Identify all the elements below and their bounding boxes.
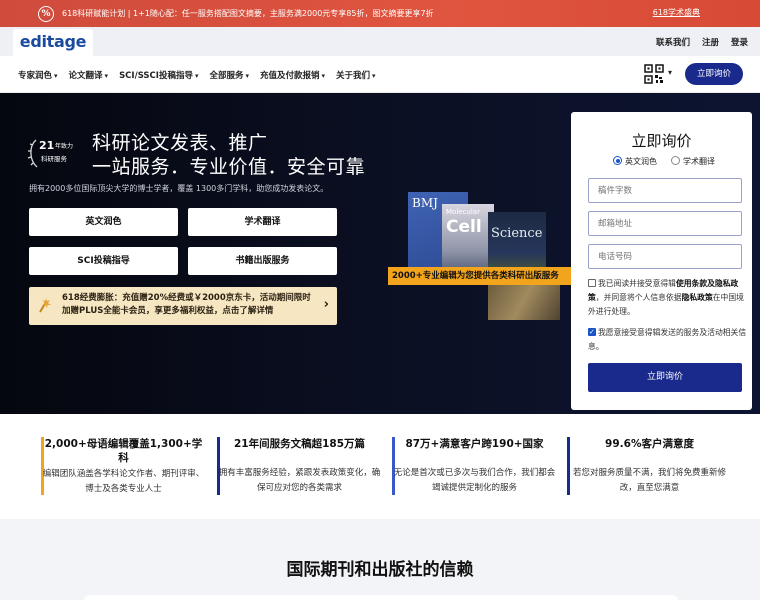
chevron-down-icon: ▾	[372, 72, 376, 80]
stat-desc: 编辑团队涵盖各学科论文作者、期刊评审、博士及各类专业人士	[42, 469, 205, 494]
top-links: 联系我们 注册 登录	[656, 36, 748, 48]
nav-item-submission[interactable]: SCI/SSCI投稿指导 ▾	[119, 69, 198, 81]
badge-number: 21	[39, 139, 55, 152]
email-input[interactable]	[588, 211, 742, 236]
chevron-down-icon: ▾	[245, 72, 249, 80]
service-radio-group: 英文润色 学术翻译	[613, 156, 715, 167]
hero-title-line2: 一站服务．专业价值．安全可靠	[92, 156, 366, 178]
hero-title-line1: 科研论文发表、推广	[92, 132, 268, 154]
firework-icon	[39, 298, 51, 313]
sci-submission-button[interactable]: SCI投稿指导	[29, 247, 178, 275]
consent-marketing: 我愿意接受意得辑发送的服务及活动相关信息。	[588, 325, 748, 354]
english-editing-button[interactable]: 英文润色	[29, 208, 178, 236]
hero-subtitle: 拥有2000多位国际顶尖大学的博士学者，覆盖 1300多门学科，助您成功发表论文…	[29, 184, 329, 193]
promo-card-text: 618经费膨胀：充值赠20%经费或￥2000京东卡，活动期间限时加赠PLUS全能…	[62, 293, 311, 316]
radio-english-editing[interactable]: 英文润色	[613, 156, 657, 167]
nav-item-about[interactable]: 关于我们 ▾	[336, 69, 376, 81]
trust-title: 国际期刊和出版社的信赖	[286, 560, 474, 580]
radio-unselected-icon[interactable]	[671, 156, 680, 165]
academic-translation-button[interactable]: 学术翻译	[188, 208, 337, 236]
word-count-input[interactable]	[588, 178, 742, 203]
chevron-down-icon: ▾	[104, 72, 109, 80]
chevron-down-icon: ▾	[54, 72, 58, 80]
nav-item-payment[interactable]: 充值及付款报销 ▾	[260, 69, 325, 81]
terms-link[interactable]: 使用条款及	[676, 279, 715, 288]
nav-item-all-services[interactable]: 全部服务 ▾	[209, 69, 249, 81]
chevron-down-icon[interactable]: ▾	[668, 68, 672, 77]
inquiry-form: 立即询价 英文润色 学术翻译 我已阅读并接受意得辑使用条款及隐私政策，并同意将个…	[571, 112, 752, 410]
promo-link[interactable]: 618学术盛典	[653, 7, 700, 18]
stat-title: 99.6%客户满意度	[605, 438, 694, 450]
radio-translation[interactable]: 学术翻译	[671, 156, 715, 167]
editage-logo[interactable]: editage	[13, 29, 93, 56]
nav-item-editing[interactable]: 专家润色 ▾	[18, 69, 58, 81]
marketing-checkbox[interactable]	[588, 325, 596, 339]
promo-bar[interactable]: % 618科研赋能计划 | 1+1随心配：任一服务搭配图文摘要，主服务满2000…	[0, 0, 760, 27]
editors-banner: 2000+专业编辑为您提供各类科研出版服务	[388, 267, 572, 285]
journal-cover-image	[488, 280, 560, 320]
stat-desc: 若您对服务质量不满，我们将免费重新修改，直至您满意	[572, 468, 726, 493]
register-link[interactable]: 注册	[702, 36, 719, 48]
stat-desc: 拥有丰富服务经验，紧跟发表政策变化，确保可应对您的各类需求	[218, 468, 381, 493]
nav-item-translation[interactable]: 论文翻译 ▾	[69, 69, 109, 81]
publisher-logos-card	[84, 595, 678, 600]
header-top	[0, 27, 760, 56]
qr-code-icon[interactable]	[644, 64, 664, 84]
percent-icon: %	[38, 5, 54, 22]
stat-desc: 无论是首次或已多次与我们合作，我们都会竭诚提供定制化的服务	[393, 468, 556, 493]
badge-sub-label: 科研服务	[41, 155, 67, 163]
login-link[interactable]: 登录	[731, 36, 748, 48]
promo-text[interactable]: 618科研赋能计划 | 1+1随心配：任一服务搭配图文摘要，主服务满2000元专…	[62, 8, 434, 19]
years-badge: 21 年致力 科研服务	[27, 136, 79, 172]
consent-terms: 我已阅读并接受意得辑使用条款及隐私政策，并同意将个人信息依据隐私政策在中国境外进…	[588, 279, 744, 316]
journal-covers: BMJ Molecular Cell Science 2000+专业编辑为您提供…	[388, 192, 572, 322]
privacy-link-2[interactable]: 隐私政策	[682, 293, 713, 302]
book-publishing-button[interactable]: 书籍出版服务	[188, 247, 337, 275]
promo-card[interactable]: 618经费膨胀：充值赠20%经费或￥2000京东卡，活动期间限时加赠PLUS全能…	[29, 287, 337, 325]
terms-checkbox[interactable]	[588, 279, 596, 287]
badge-year-label: 年致力	[55, 143, 74, 150]
submit-inquiry-button[interactable]: 立即询价	[588, 363, 742, 392]
chevron-right-icon: ›	[323, 297, 329, 312]
contact-link[interactable]: 联系我们	[656, 36, 690, 48]
radio-selected-icon[interactable]	[613, 156, 622, 165]
chevron-down-icon: ▾	[194, 72, 199, 80]
phone-input[interactable]	[588, 244, 742, 269]
chevron-down-icon: ▾	[321, 72, 326, 80]
form-title: 立即询价	[631, 132, 692, 150]
inquire-button[interactable]: 立即询价	[685, 63, 743, 85]
stat-title: 87万+满意客户跨190+国家	[405, 438, 544, 450]
stat-title: 2,000+母语编辑覆盖1,300+学科	[44, 438, 203, 464]
stat-title: 21年间服务文稿超185万篇	[233, 438, 366, 450]
